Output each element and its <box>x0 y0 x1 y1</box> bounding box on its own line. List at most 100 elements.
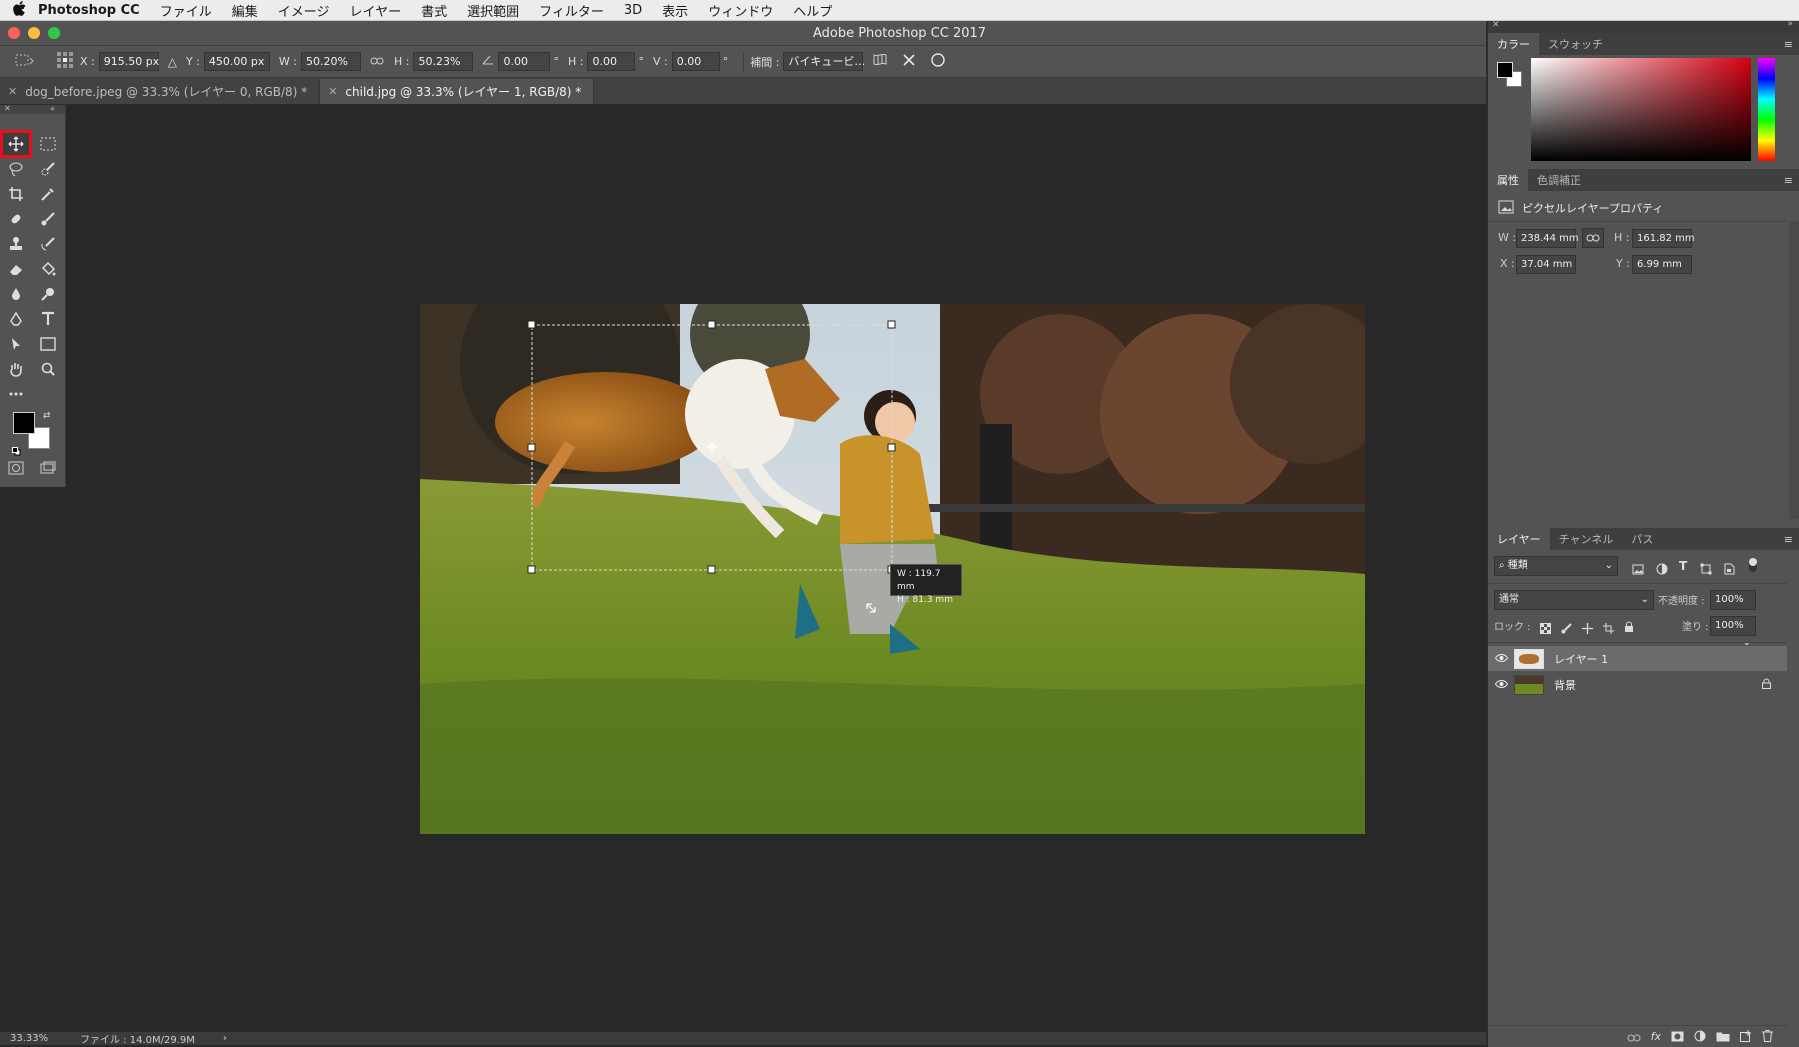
lock-artboard-icon[interactable] <box>1603 619 1614 638</box>
menu-app-name[interactable]: Photoshop CC <box>38 3 140 18</box>
foreground-color-swatch[interactable] <box>13 412 35 434</box>
lock-all-icon[interactable] <box>1624 618 1634 637</box>
lock-position-icon[interactable] <box>1582 619 1593 638</box>
color-fg-swatch[interactable] <box>1497 62 1513 78</box>
layer-y-input[interactable]: 6.99 mm <box>1632 255 1692 274</box>
eyedropper-tool-button[interactable] <box>35 183 61 205</box>
color-saturation-field[interactable] <box>1531 58 1751 161</box>
x-position-input[interactable]: 915.50 px <box>98 52 159 71</box>
rectangle-tool-button[interactable] <box>35 333 61 355</box>
transform-handle[interactable] <box>527 443 536 452</box>
filter-shape-icon[interactable] <box>1700 560 1712 579</box>
transform-handle[interactable] <box>887 443 896 452</box>
add-mask-icon[interactable] <box>1671 1027 1684 1046</box>
blend-mode-select[interactable]: 通常 ⌄ <box>1494 590 1654 610</box>
dodge-tool-button[interactable] <box>35 283 61 305</box>
lasso-tool-button[interactable] <box>3 158 29 180</box>
menu-file[interactable]: ファイル <box>160 1 212 20</box>
link-aspect-icon[interactable] <box>370 55 384 68</box>
crop-tool-button[interactable] <box>3 183 29 205</box>
canvas-area[interactable]: W : 119.7 mm H : 81.3 mm <box>0 105 1486 1031</box>
lock-image-pixels-icon[interactable] <box>1561 619 1572 638</box>
transform-handle[interactable] <box>887 320 896 329</box>
tab-channels[interactable]: チャンネル <box>1550 528 1623 550</box>
clone-stamp-tool-button[interactable] <box>3 233 29 255</box>
layer-row-layer-1[interactable]: レイヤー 1 <box>1488 646 1787 671</box>
menu-select[interactable]: 選択範囲 <box>467 1 519 20</box>
panel-scrollbar[interactable] <box>1789 221 1799 519</box>
commit-transform-icon[interactable] <box>930 52 946 71</box>
layer-style-fx-icon[interactable]: fx <box>1651 1030 1661 1043</box>
zoom-window-button[interactable] <box>48 27 60 39</box>
y-position-input[interactable]: 450.00 px <box>203 52 270 71</box>
menu-3d[interactable]: 3D <box>624 3 642 18</box>
filter-type-icon[interactable]: T <box>1679 559 1687 573</box>
link-dimensions-icon[interactable] <box>1582 228 1604 248</box>
close-tab-icon[interactable]: ✕ <box>8 85 17 98</box>
transform-handle[interactable] <box>707 320 716 329</box>
layer-name[interactable]: レイヤー 1 <box>1554 651 1608 667</box>
filter-smart-object-icon[interactable] <box>1723 560 1735 579</box>
zoom-tool-button[interactable] <box>35 358 61 380</box>
menu-layer[interactable]: レイヤー <box>349 1 401 20</box>
visibility-eye-icon[interactable] <box>1488 678 1514 691</box>
opacity-input[interactable]: 100% ⌄ <box>1710 590 1756 622</box>
width-scale-input[interactable]: 50.20% <box>301 52 361 71</box>
transform-tool-preset-icon[interactable] <box>14 52 36 71</box>
close-window-button[interactable] <box>8 27 20 39</box>
tools-panel-header[interactable]: ✕ « <box>0 104 65 114</box>
height-scale-input[interactable]: 50.23% <box>413 52 474 71</box>
relative-position-icon[interactable]: △ <box>168 55 177 69</box>
close-tab-icon[interactable]: ✕ <box>328 85 337 98</box>
panel-menu-icon[interactable]: ≡ <box>1784 33 1793 55</box>
layer-height-input[interactable]: 161.82 mm <box>1632 229 1695 248</box>
minimize-window-button[interactable] <box>28 27 40 39</box>
edit-toolbar-button[interactable] <box>3 383 29 405</box>
lock-transparent-pixels-icon[interactable] <box>1540 619 1551 638</box>
menu-filter[interactable]: フィルター <box>539 1 604 20</box>
menu-type[interactable]: 書式 <box>421 1 447 20</box>
interpolation-select[interactable]: バイキュービ… <box>783 52 865 71</box>
hue-slider[interactable] <box>1758 58 1775 161</box>
zoom-level[interactable]: 33.33% <box>10 1033 80 1044</box>
move-tool-button[interactable] <box>0 130 32 158</box>
apple-menu-icon[interactable] <box>0 0 38 20</box>
close-dock-icon[interactable]: ✕ <box>1492 20 1500 30</box>
vertical-skew-input[interactable]: 0.00 <box>671 52 720 71</box>
close-panel-icon[interactable]: ✕ <box>4 104 11 113</box>
transform-handle[interactable] <box>527 320 536 329</box>
collapse-panel-icon[interactable]: « <box>50 104 55 113</box>
default-colors-icon[interactable] <box>12 441 21 456</box>
filter-pixel-icon[interactable] <box>1632 560 1644 579</box>
transform-handle[interactable] <box>707 565 716 574</box>
swap-colors-icon[interactable]: ⇄ <box>43 411 51 421</box>
rotate-angle-input[interactable]: 0.00 <box>498 52 551 71</box>
type-tool-button[interactable] <box>35 308 61 330</box>
screen-mode-button[interactable] <box>35 457 61 479</box>
tab-properties[interactable]: 属性 <box>1488 169 1528 191</box>
filter-adjustment-icon[interactable] <box>1656 560 1668 579</box>
new-layer-icon[interactable] <box>1740 1027 1752 1046</box>
delete-layer-trash-icon[interactable] <box>1762 1027 1773 1046</box>
layer-filter-select[interactable]: ⌕ 種類 ⌄ <box>1494 556 1618 576</box>
marquee-tool-button[interactable] <box>35 133 61 155</box>
doc-tab-dog-before[interactable]: ✕ dog_before.jpeg @ 33.3% (レイヤー 0, RGB/8… <box>0 79 321 104</box>
layer-row-background[interactable]: 背景 <box>1488 672 1787 697</box>
adjustment-layer-icon[interactable] <box>1694 1027 1706 1046</box>
quick-selection-tool-button[interactable] <box>35 158 61 180</box>
menu-window[interactable]: ウィンドウ <box>708 1 773 20</box>
warp-mode-icon[interactable] <box>872 52 888 71</box>
visibility-eye-icon[interactable] <box>1488 652 1514 665</box>
tab-layers[interactable]: レイヤー <box>1488 528 1550 550</box>
new-group-folder-icon[interactable] <box>1716 1027 1730 1046</box>
transform-handle[interactable] <box>527 565 536 574</box>
filter-toggle-switch[interactable] <box>1749 558 1757 572</box>
link-layers-icon[interactable] <box>1627 1027 1641 1046</box>
quick-mask-button[interactable] <box>3 457 29 479</box>
fill-input[interactable]: 100% ⌄ <box>1710 616 1756 648</box>
hand-tool-button[interactable] <box>3 358 29 380</box>
status-menu-arrow[interactable]: › <box>223 1033 227 1044</box>
collapse-dock-icon[interactable]: » <box>1787 19 1793 29</box>
doc-tab-child[interactable]: ✕ child.jpg @ 33.3% (レイヤー 1, RGB/8) * <box>320 79 595 104</box>
horizontal-skew-input[interactable]: 0.00 <box>587 52 636 71</box>
